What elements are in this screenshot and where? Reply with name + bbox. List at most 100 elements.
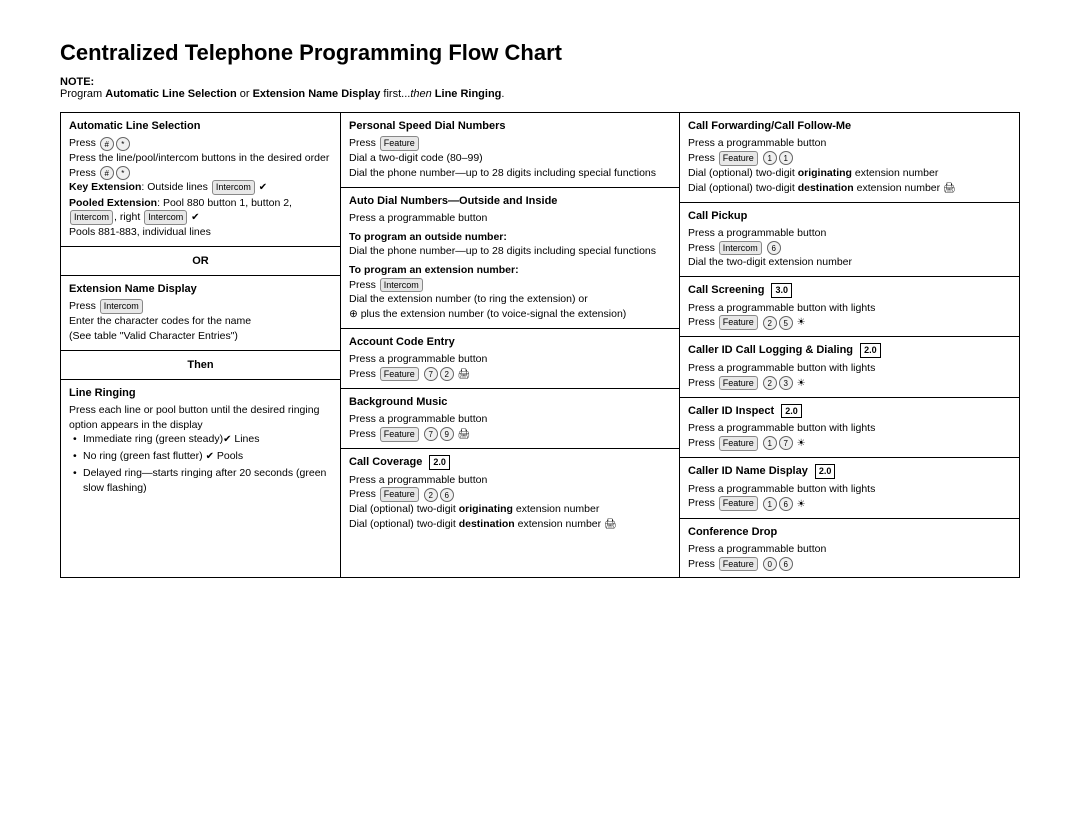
personal-speed-text2: Dial the phone number—up to 28 digits in…	[349, 166, 671, 181]
call-coverage-version: 2.0	[429, 455, 450, 470]
caller-id-inspect-press: Press Feature 17	[688, 436, 1011, 451]
call-coverage-title: Call Coverage 2.0	[349, 455, 671, 471]
call-coverage-press: Press Feature 26	[349, 487, 671, 502]
line-ringing-item1: Immediate ring (green steady)✔ Lines	[73, 432, 332, 447]
btn-feature-ac: Feature	[380, 367, 419, 382]
personal-speed-title: Personal Speed Dial Numbers	[349, 119, 671, 134]
btn-intercom-ext: Intercom	[100, 299, 143, 314]
call-coverage-text1: Press a programmable button	[349, 473, 671, 488]
conference-drop-cell: Conference Drop Press a programmable but…	[680, 519, 1019, 578]
btn-7-cii: 7	[779, 436, 793, 450]
caller-id-name-cell: Caller ID Name Display 2.0 Press a progr…	[680, 458, 1019, 518]
background-music-text1: Press a programmable button	[349, 412, 671, 427]
page-title: Centralized Telephone Programming Flow C…	[60, 40, 1020, 66]
btn-7-ac: 7	[424, 367, 438, 381]
btn-2-cc: 2	[424, 488, 438, 502]
btn-feature-cd: Feature	[719, 557, 758, 572]
left-column: Automatic Line Selection Press #* Press …	[61, 113, 341, 577]
btn-feature-cc: Feature	[380, 487, 419, 502]
btn-2-cs: 2	[763, 316, 777, 330]
printer-icon-cf	[943, 182, 956, 194]
auto-dial-text2: Dial the phone number—up to 28 digits in…	[349, 244, 671, 259]
btn-feature-bm: Feature	[380, 427, 419, 442]
personal-speed-press: Press Feature	[349, 136, 671, 151]
sun-icon-cii	[797, 437, 806, 449]
conference-drop-title: Conference Drop	[688, 525, 1011, 540]
middle-column: Personal Speed Dial Numbers Press Featur…	[341, 113, 680, 577]
caller-id-name-version: 2.0	[815, 464, 836, 479]
caller-id-inspect-text1: Press a programmable button with lights	[688, 421, 1011, 436]
caller-id-logging-version: 2.0	[860, 343, 881, 358]
btn-1-cii: 1	[763, 436, 777, 450]
call-screening-press: Press Feature 25	[688, 315, 1011, 330]
call-coverage-text3: Dial (optional) two-digit destination ex…	[349, 517, 671, 532]
page: Centralized Telephone Programming Flow C…	[60, 40, 1020, 578]
auto-dial-text3: Dial the extension number (to ring the e…	[349, 292, 671, 307]
background-music-title: Background Music	[349, 395, 671, 410]
account-code-text1: Press a programmable button	[349, 352, 671, 367]
caller-id-logging-press: Press Feature 23	[688, 376, 1011, 391]
btn-1b-cf: 1	[779, 151, 793, 165]
line-ringing-text: Press each line or pool button until the…	[69, 403, 332, 432]
account-code-press: Press Feature 72	[349, 367, 671, 382]
auto-line-press2: Press #*	[69, 166, 332, 181]
btn-3-cidl: 3	[779, 376, 793, 390]
auto-line-selection-cell: Automatic Line Selection Press #* Press …	[61, 113, 340, 247]
ext-name-press: Press Intercom	[69, 299, 332, 314]
btn-1-ciname: 1	[763, 497, 777, 511]
call-coverage-text2: Dial (optional) two-digit originating ex…	[349, 502, 671, 517]
auto-line-key-ext: Key Extension: Outside lines Intercom ✔	[69, 180, 332, 195]
auto-line-text1: Press the line/pool/intercom buttons in …	[69, 151, 332, 166]
auto-dial-press: Press Intercom	[349, 278, 671, 293]
btn-feature-cidl: Feature	[719, 376, 758, 391]
caller-id-inspect-title: Caller ID Inspect 2.0	[688, 404, 1011, 420]
btn-6-cd: 6	[779, 557, 793, 571]
call-coverage-cell: Call Coverage 2.0 Press a programmable b…	[341, 449, 679, 538]
btn-feature-cs: Feature	[719, 315, 758, 330]
call-pickup-text1: Press a programmable button	[688, 226, 1011, 241]
ext-name-text2: (See table "Valid Character Entries")	[69, 329, 332, 344]
note-section: NOTE: Program Automatic Line Selection o…	[60, 76, 1020, 100]
auto-line-press1: Press #*	[69, 136, 332, 151]
caller-id-logging-text1: Press a programmable button with lights	[688, 361, 1011, 376]
line-ringing-title: Line Ringing	[69, 386, 332, 401]
btn-6-cc: 6	[440, 488, 454, 502]
call-forwarding-title: Call Forwarding/Call Follow-Me	[688, 119, 1011, 134]
btn-2-cidl: 2	[763, 376, 777, 390]
btn-star: *	[116, 137, 130, 151]
btn-feature-cii: Feature	[719, 436, 758, 451]
call-forwarding-text2: Dial (optional) two-digit originating ex…	[688, 166, 1011, 181]
call-pickup-title: Call Pickup	[688, 209, 1011, 224]
call-screening-text1: Press a programmable button with lights	[688, 301, 1011, 316]
caller-id-name-press: Press Feature 16	[688, 496, 1011, 511]
right-column: Call Forwarding/Call Follow-Me Press a p…	[680, 113, 1019, 577]
btn-feature-cf: Feature	[719, 151, 758, 166]
caller-id-inspect-version: 2.0	[781, 404, 802, 419]
printer-icon-cc	[604, 518, 617, 530]
call-screening-cell: Call Screening 3.0 Press a programmable …	[680, 277, 1019, 337]
background-music-cell: Background Music Press a programmable bu…	[341, 389, 679, 449]
caller-id-name-title: Caller ID Name Display 2.0	[688, 464, 1011, 480]
ext-name-title: Extension Name Display	[69, 282, 332, 297]
auto-dial-sub1: To program an outside number:	[349, 230, 671, 245]
note-label: NOTE:	[60, 76, 94, 88]
btn-5-cs: 5	[779, 316, 793, 330]
line-ringing-item3: Delayed ring—starts ringing after 20 sec…	[73, 466, 332, 495]
call-screening-version: 3.0	[771, 283, 792, 298]
auto-dial-text4: ⊕ plus the extension number (to voice-si…	[349, 307, 671, 322]
background-music-press: Press Feature 79	[349, 427, 671, 442]
btn-feature-ciname: Feature	[719, 496, 758, 511]
call-pickup-press: Press Intercom 6	[688, 241, 1011, 256]
call-screening-title: Call Screening 3.0	[688, 283, 1011, 299]
btn-1-cf: 1	[763, 151, 777, 165]
btn-6-cp: 6	[767, 241, 781, 255]
btn-7-bm: 7	[424, 427, 438, 441]
auto-line-title: Automatic Line Selection	[69, 119, 332, 134]
auto-line-pools: Pools 881-883, individual lines	[69, 225, 332, 240]
auto-dial-sub2: To program an extension number:	[349, 263, 671, 278]
printer-icon-bm	[458, 428, 471, 440]
btn-0-cd: 0	[763, 557, 777, 571]
auto-dial-cell: Auto Dial Numbers—Outside and Inside Pre…	[341, 188, 679, 329]
personal-speed-text1: Dial a two-digit code (80–99)	[349, 151, 671, 166]
conference-drop-text1: Press a programmable button	[688, 542, 1011, 557]
